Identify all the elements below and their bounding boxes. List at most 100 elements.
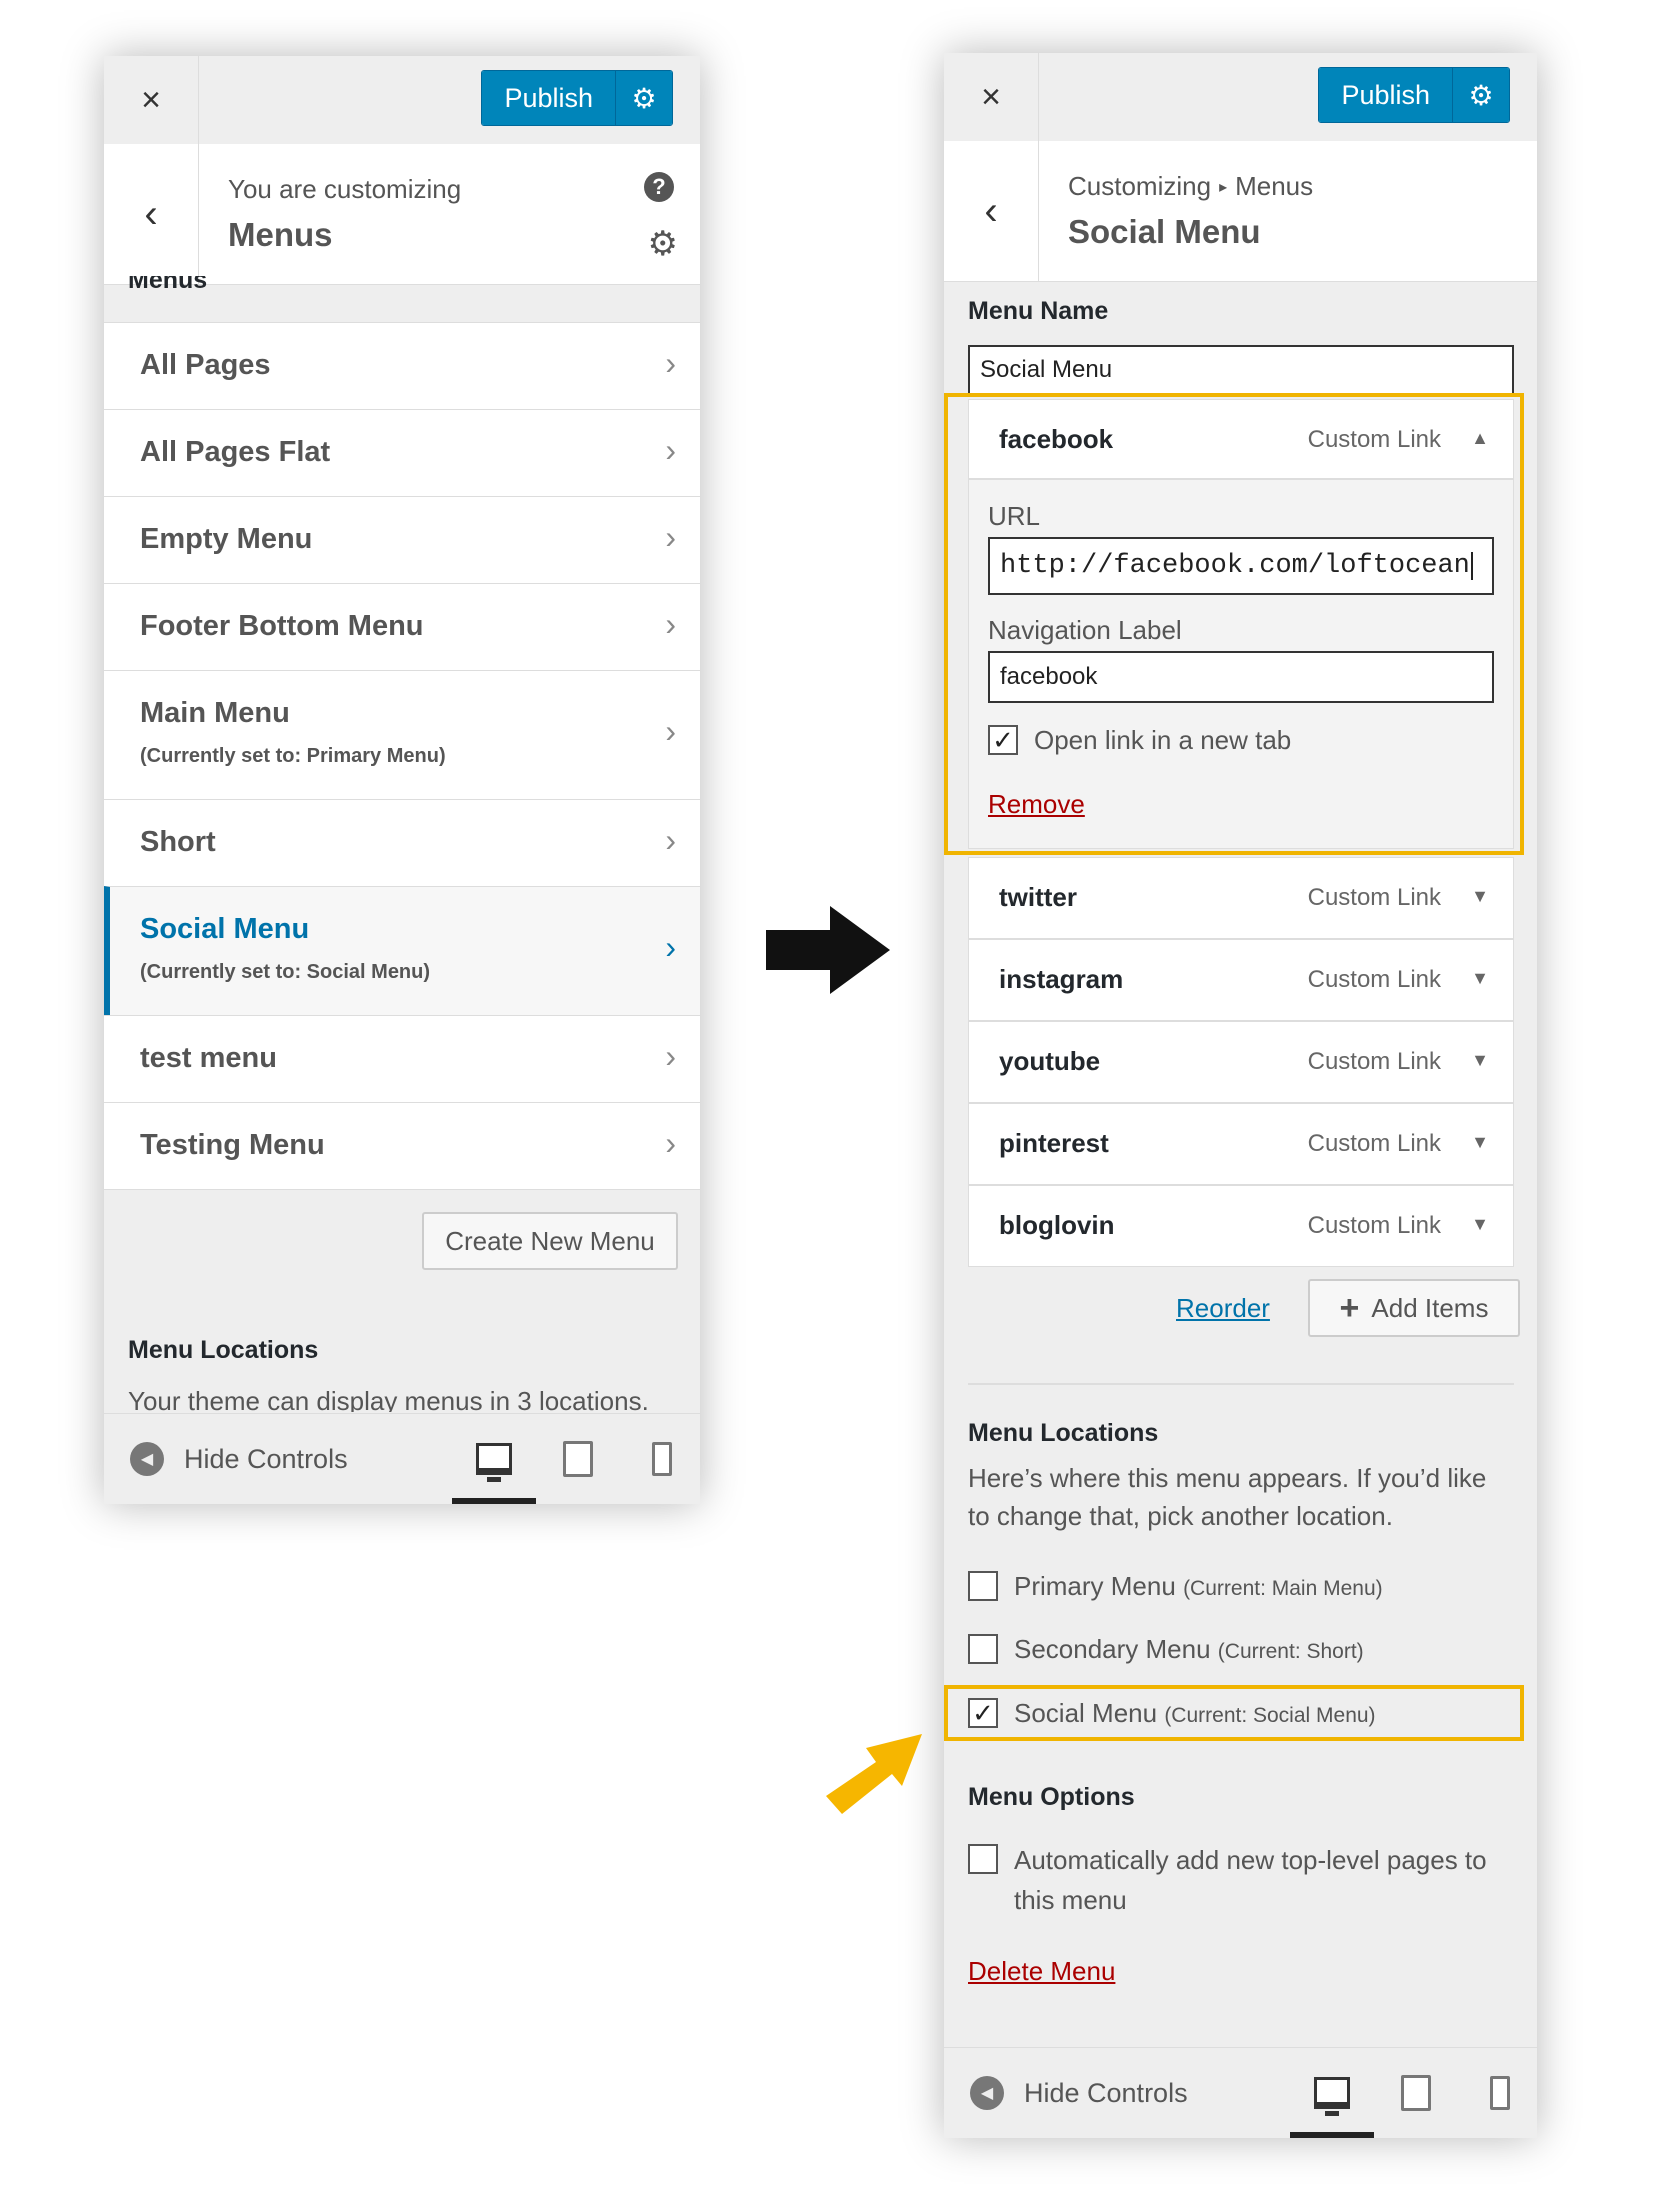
menu-item-all-pages[interactable]: All Pages ›	[104, 322, 700, 409]
preview-desktop-button[interactable]	[452, 1414, 536, 1504]
location-secondary-checkbox[interactable]	[968, 1634, 998, 1664]
chevron-right-icon: ›	[665, 929, 676, 965]
plus-icon: +	[1339, 1288, 1360, 1327]
section-divider	[968, 1383, 1514, 1385]
menu-item-footer-bottom-menu[interactable]: Footer Bottom Menu ›	[104, 583, 700, 670]
tablet-icon	[1401, 2075, 1431, 2111]
menu-item-all-pages-flat[interactable]: All Pages Flat ›	[104, 409, 700, 496]
chevron-right-icon: ›	[665, 713, 676, 749]
customizer-topbar: × Publish ⚙	[104, 56, 700, 145]
close-customizer-button[interactable]: ×	[104, 56, 199, 144]
customizer-panel-menus-list: × Publish ⚙ ‹ You are customizing Menus …	[104, 56, 700, 1504]
auto-add-pages-checkbox[interactable]	[968, 1844, 998, 1874]
breadcrumb-leaf: Menus	[1235, 171, 1314, 201]
menus-heading: Menus	[128, 276, 208, 294]
collapse-arrow-icon: ◀	[130, 1442, 164, 1476]
menu-name-label: Menu Name	[968, 297, 1109, 325]
publish-button[interactable]: Publish	[482, 71, 616, 125]
location-current: (Current: Short)	[1217, 1640, 1364, 1663]
menu-item-instagram[interactable]: instagram Custom Link ▼	[968, 939, 1514, 1021]
menu-locations-heading: Menu Locations	[968, 1419, 1159, 1447]
expand-arrow-icon[interactable]: ▼	[1471, 968, 1489, 989]
reorder-link[interactable]: Reorder	[1176, 1293, 1270, 1324]
menu-options-heading: Menu Options	[968, 1783, 1135, 1811]
gear-icon[interactable]: ⚙	[648, 224, 678, 264]
preview-mobile-button[interactable]	[620, 1414, 700, 1504]
menu-locations-description: Here’s where this menu appears. If you’d…	[968, 1463, 1487, 1531]
back-button[interactable]: ‹	[944, 141, 1039, 281]
publish-button-group: Publish ⚙	[1318, 67, 1510, 123]
hide-controls-button[interactable]: ◀ Hide Controls	[130, 1414, 348, 1504]
menu-item-bloglovin[interactable]: bloglovin Custom Link ▼	[968, 1185, 1514, 1267]
close-icon: ×	[981, 77, 1001, 116]
delete-menu-link[interactable]: Delete Menu	[968, 1956, 1115, 1987]
menu-item-label: Main Menu	[140, 697, 290, 729]
menu-item-testing-menu[interactable]: Testing Menu ›	[104, 1102, 700, 1190]
publish-settings-button[interactable]: ⚙	[616, 71, 672, 125]
desktop-icon	[476, 1443, 512, 1482]
menu-item-type: Custom Link	[1307, 1130, 1441, 1157]
expand-arrow-icon[interactable]: ▼	[1471, 1050, 1489, 1071]
publish-button[interactable]: Publish	[1319, 68, 1453, 122]
mobile-icon	[652, 1442, 672, 1476]
preview-mobile-button[interactable]	[1458, 2048, 1537, 2138]
highlight-frame-social-location	[944, 1685, 1524, 1741]
menu-item-title: youtube	[999, 1046, 1101, 1076]
menu-locations-heading: Menu Locations	[128, 1336, 319, 1364]
publish-settings-button[interactable]: ⚙	[1453, 68, 1509, 122]
menu-item-location-note: (Currently set to: Social Menu)	[140, 961, 431, 983]
highlight-frame-expanded-item	[944, 393, 1524, 855]
expand-arrow-icon[interactable]: ▼	[1471, 886, 1489, 907]
menu-item-pinterest[interactable]: pinterest Custom Link ▼	[968, 1103, 1514, 1185]
menu-item-label: Footer Bottom Menu	[140, 610, 424, 642]
hide-controls-label: Hide Controls	[184, 1443, 348, 1474]
hide-controls-label: Hide Controls	[1024, 2077, 1188, 2108]
menu-item-title: bloglovin	[999, 1210, 1115, 1240]
hide-controls-button[interactable]: ◀ Hide Controls	[970, 2048, 1188, 2138]
location-name: Primary Menu	[1014, 1571, 1176, 1601]
chevron-left-icon: ‹	[984, 188, 998, 233]
breadcrumb-root: Customizing	[1068, 171, 1212, 201]
gear-icon: ⚙	[1468, 79, 1494, 111]
help-icon[interactable]: ?	[644, 172, 674, 202]
menu-item-title: pinterest	[999, 1128, 1109, 1158]
menu-item-type: Custom Link	[1307, 966, 1441, 993]
preview-tablet-button[interactable]	[1374, 2048, 1458, 2138]
location-current: (Current: Main Menu)	[1183, 1577, 1383, 1600]
menu-item-label: Empty Menu	[140, 523, 313, 555]
menu-item-title: twitter	[999, 882, 1077, 912]
preview-desktop-button[interactable]	[1290, 2048, 1374, 2138]
create-new-menu-button[interactable]: Create New Menu	[422, 1212, 678, 1270]
chevron-right-icon: ›	[665, 1038, 676, 1074]
section-header: ‹ You are customizing Menus ? ⚙	[104, 144, 700, 285]
location-name: Secondary Menu	[1014, 1634, 1211, 1664]
menu-locations-description: Your theme can display menus in 3 locati…	[128, 1386, 649, 1412]
close-customizer-button[interactable]: ×	[944, 53, 1039, 141]
chevron-right-icon: ›	[665, 822, 676, 858]
menu-item-empty-menu[interactable]: Empty Menu ›	[104, 496, 700, 583]
menu-name-input[interactable]: Social Menu	[968, 345, 1514, 395]
menu-item-social-menu[interactable]: Social Menu (Currently set to: Social Me…	[104, 886, 700, 1015]
location-primary-label: Primary Menu (Current: Main Menu)	[1014, 1571, 1383, 1602]
preview-tablet-button[interactable]	[536, 1414, 620, 1504]
menu-item-short[interactable]: Short ›	[104, 799, 700, 886]
menu-item-test-menu[interactable]: test menu ›	[104, 1015, 700, 1102]
expand-arrow-icon[interactable]: ▼	[1471, 1214, 1489, 1235]
chevron-right-icon: ›	[665, 1125, 676, 1161]
desktop-icon	[1314, 2077, 1350, 2116]
back-button[interactable]: ‹	[104, 144, 199, 284]
customizer-topbar: × Publish ⚙	[944, 53, 1537, 142]
pointer-arrow-icon	[826, 1734, 922, 1814]
add-items-button[interactable]: + Add Items	[1308, 1279, 1520, 1337]
menu-item-main-menu[interactable]: Main Menu (Currently set to: Primary Men…	[104, 670, 700, 799]
customizer-footer: ◀ Hide Controls	[104, 1413, 700, 1504]
location-primary-checkbox[interactable]	[968, 1571, 998, 1601]
chevron-right-icon: ›	[665, 606, 676, 642]
collapse-arrow-icon: ◀	[970, 2076, 1004, 2110]
menu-item-label: Testing Menu	[140, 1129, 325, 1161]
chevron-right-icon: ›	[665, 519, 676, 555]
expand-arrow-icon[interactable]: ▼	[1471, 1132, 1489, 1153]
menu-item-twitter[interactable]: twitter Custom Link ▼	[968, 857, 1514, 939]
menu-item-youtube[interactable]: youtube Custom Link ▼	[968, 1021, 1514, 1103]
menu-item-label: Social Menu	[140, 913, 310, 945]
